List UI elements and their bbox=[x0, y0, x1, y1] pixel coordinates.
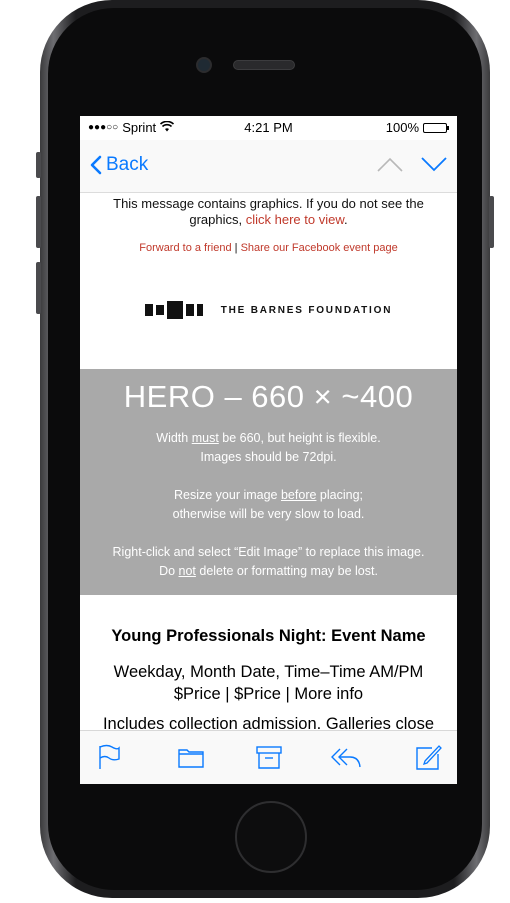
home-button[interactable] bbox=[235, 801, 307, 873]
facebook-event-link[interactable]: Share our Facebook event page bbox=[241, 242, 398, 254]
email-body[interactable]: This message contains graphics. If you d… bbox=[80, 193, 457, 730]
forward-to-friend-link[interactable]: Forward to a friend bbox=[139, 242, 231, 254]
earpiece-speaker bbox=[233, 60, 295, 70]
logo-text: THE BARNES FOUNDATION bbox=[220, 304, 393, 316]
battery-icon bbox=[423, 122, 449, 133]
event-name: Young Professionals Night: Event Name bbox=[111, 627, 426, 645]
forward-links: Forward to a friend | Share our Facebook… bbox=[80, 242, 457, 254]
barnes-foundation-logo[interactable]: THE BARNES FOUNDATION bbox=[80, 301, 457, 319]
archive-icon[interactable] bbox=[255, 743, 283, 771]
mute-switch bbox=[36, 152, 41, 178]
chevron-left-icon bbox=[90, 155, 102, 175]
logo-mark bbox=[144, 301, 203, 319]
volume-up-button bbox=[36, 196, 41, 248]
back-label: Back bbox=[106, 154, 149, 175]
screen: ●●●○○ Sprint 4:21 PM 100% Back This mess… bbox=[80, 116, 457, 784]
event-date-time: Weekday, Month Date, Time–Time AM/PM $Pr… bbox=[113, 663, 424, 703]
chevron-up-icon[interactable] bbox=[377, 156, 403, 172]
front-camera bbox=[196, 57, 212, 73]
event-details: Young Professionals Night: Event Name We… bbox=[80, 627, 457, 730]
folder-icon[interactable] bbox=[177, 743, 205, 771]
compose-icon[interactable] bbox=[414, 743, 442, 771]
flag-icon[interactable] bbox=[95, 743, 123, 771]
hero-title: HERO – 660 × ~400 bbox=[123, 379, 414, 414]
hero-instructions-2: Resize your image before placing; otherw… bbox=[172, 488, 365, 521]
event-description: Includes collection admission. Galleries… bbox=[102, 715, 435, 730]
volume-down-button bbox=[36, 262, 41, 314]
mail-nav-bar: Back bbox=[80, 140, 457, 193]
link-separator: | bbox=[234, 242, 238, 254]
graphics-notice: This message contains graphics. If you d… bbox=[113, 196, 424, 227]
hero-instructions-3: Right-click and select “Edit Image” to r… bbox=[112, 545, 425, 578]
event-price[interactable]: $Price | $Price | More info bbox=[174, 685, 363, 703]
chevron-down-icon[interactable] bbox=[421, 156, 447, 172]
back-button[interactable]: Back bbox=[90, 154, 148, 176]
battery-percent: 100% bbox=[385, 120, 419, 135]
mail-toolbar bbox=[80, 730, 457, 784]
reply-icon[interactable] bbox=[330, 743, 362, 771]
status-bar: ●●●○○ Sprint 4:21 PM 100% bbox=[80, 116, 457, 138]
power-button bbox=[489, 196, 494, 248]
hero-image-placeholder[interactable]: HERO – 660 × ~400 Width must be 660, but… bbox=[80, 369, 457, 595]
click-here-link[interactable]: click here to view bbox=[246, 212, 344, 227]
hero-instructions-1: Width must be 660, but height is flexibl… bbox=[156, 431, 381, 464]
